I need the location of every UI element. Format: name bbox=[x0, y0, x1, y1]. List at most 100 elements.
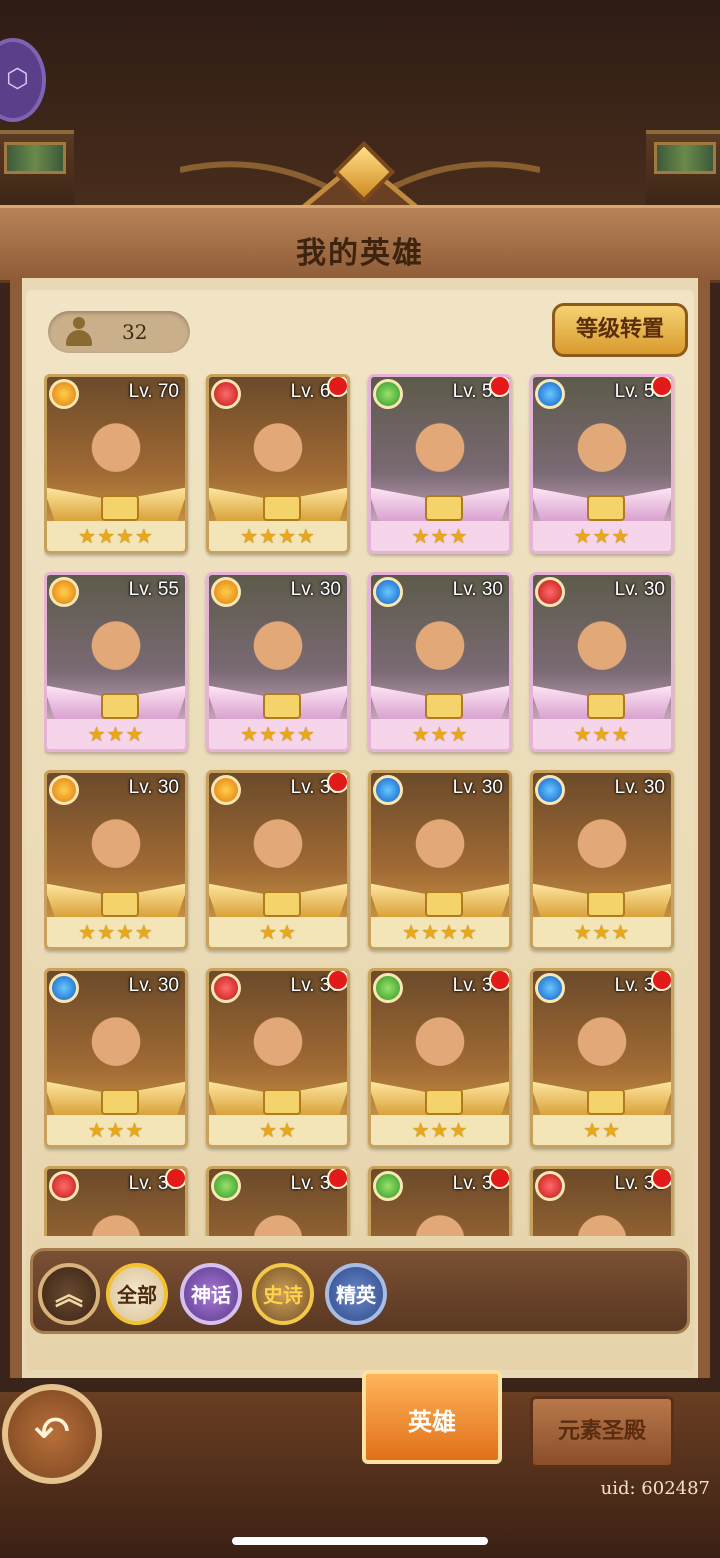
uid-label: uid: 602487 bbox=[600, 1478, 710, 1499]
hero-card[interactable]: ★★★★ Lv. 30 bbox=[44, 770, 188, 950]
hero-portrait bbox=[217, 795, 339, 903]
filter-elite-button[interactable]: 精英 bbox=[325, 1263, 387, 1325]
hero-portrait bbox=[379, 399, 501, 507]
hero-portrait bbox=[55, 795, 177, 903]
hero-portrait bbox=[541, 993, 663, 1101]
red-element-icon bbox=[49, 1171, 79, 1201]
hero-card[interactable]: ★★★ Lv. 30 bbox=[44, 968, 188, 1148]
green-element-icon bbox=[211, 1171, 241, 1201]
rank-crest-icon bbox=[263, 1089, 301, 1115]
hero-level: Lv. 30 bbox=[452, 579, 503, 600]
hero-card[interactable]: ★★ Lv. 30 bbox=[206, 770, 350, 950]
notification-dot bbox=[651, 377, 671, 397]
hexagon-icon: ⬡ bbox=[6, 64, 29, 94]
chevrons-up-icon: ︽ bbox=[54, 1278, 83, 1311]
hero-stars: ★★★ bbox=[47, 719, 185, 749]
notification-dot bbox=[327, 971, 347, 991]
hero-stars: ★★★ bbox=[47, 1115, 185, 1145]
rank-crest-icon bbox=[587, 1089, 625, 1115]
hero-stars: ★★★★ bbox=[371, 917, 509, 947]
hero-card[interactable]: ★★★★ Lv. 30 bbox=[206, 572, 350, 752]
hero-portrait bbox=[541, 399, 663, 507]
notification-dot bbox=[327, 1169, 347, 1189]
hero-level: Lv. 30 bbox=[128, 777, 179, 798]
hero-card[interactable]: ★★★ Lv. 55 bbox=[44, 572, 188, 752]
green-element-icon bbox=[373, 379, 403, 409]
rank-crest-icon bbox=[101, 1089, 139, 1115]
rank-crest-icon bbox=[425, 1089, 463, 1115]
hero-portrait bbox=[379, 795, 501, 903]
hero-level: Lv. 70 bbox=[128, 381, 179, 402]
notification-dot bbox=[327, 773, 347, 793]
hero-level: Lv. 30 bbox=[452, 777, 503, 798]
hero-portrait bbox=[55, 993, 177, 1101]
hero-stars: ★★★★ bbox=[209, 521, 347, 551]
rank-crest-icon bbox=[425, 891, 463, 917]
rank-crest-icon bbox=[101, 891, 139, 917]
green-element-icon bbox=[373, 1171, 403, 1201]
back-arrow-icon: ↶ bbox=[33, 1407, 71, 1458]
hero-card[interactable]: ★★★★ Lv. 30 bbox=[368, 770, 512, 950]
notification-dot bbox=[327, 377, 347, 397]
rank-crest-icon bbox=[263, 693, 301, 719]
hero-count-badge: 32 bbox=[48, 311, 190, 353]
level-reset-button[interactable]: 等级转置 bbox=[552, 303, 688, 357]
tab-element-temple[interactable]: 元素圣殿 bbox=[530, 1396, 674, 1468]
hero-card[interactable]: Lv. 30 bbox=[206, 1166, 350, 1236]
hero-portrait bbox=[55, 597, 177, 705]
hero-level: Lv. 30 bbox=[128, 975, 179, 996]
rank-crest-icon bbox=[101, 495, 139, 521]
person-icon bbox=[64, 317, 94, 347]
fire-element-icon bbox=[211, 577, 241, 607]
filter-myth-button[interactable]: 神话 bbox=[180, 1263, 242, 1325]
notification-dot bbox=[489, 1169, 509, 1189]
hero-card[interactable]: ★★★ Lv. 30 bbox=[530, 572, 674, 752]
hero-card[interactable]: ★★★ Lv. 30 bbox=[368, 572, 512, 752]
rank-crest-icon bbox=[587, 693, 625, 719]
hero-stars: ★★★★ bbox=[47, 917, 185, 947]
hero-stars: ★★★ bbox=[533, 917, 671, 947]
hero-stars: ★★★★ bbox=[47, 521, 185, 551]
notification-dot bbox=[651, 1169, 671, 1189]
blue-element-icon bbox=[535, 973, 565, 1003]
hero-card[interactable]: Lv. 30 bbox=[530, 1166, 674, 1236]
hero-card[interactable]: ★★★ Lv. 30 bbox=[530, 770, 674, 950]
hero-stars: ★★★ bbox=[533, 521, 671, 551]
hero-card[interactable]: ★★★ Lv. 55 bbox=[368, 374, 512, 554]
collapse-filter-button[interactable]: ︽ bbox=[38, 1263, 100, 1325]
hero-card[interactable]: Lv. 30 bbox=[44, 1166, 188, 1236]
notification-dot bbox=[489, 971, 509, 991]
hero-card[interactable]: ★★★★ Lv. 60 bbox=[206, 374, 350, 554]
rank-crest-icon bbox=[101, 693, 139, 719]
hero-card[interactable]: Lv. 30 bbox=[368, 1166, 512, 1236]
notification-dot bbox=[651, 971, 671, 991]
back-button[interactable]: ↶ bbox=[2, 1384, 102, 1484]
hero-stars: ★★★ bbox=[533, 719, 671, 749]
hero-portrait bbox=[55, 399, 177, 507]
hero-portrait bbox=[379, 993, 501, 1101]
hero-grid: ★★★★ Lv. 70 ★★★★ Lv. 60 ★★★ Lv. 55 ★★★ Lv. 55 ★★… bbox=[44, 374, 676, 1236]
filter-epic-button[interactable]: 史诗 bbox=[252, 1263, 314, 1325]
filter-all-button[interactable]: 全部 bbox=[106, 1263, 168, 1325]
rank-crest-icon bbox=[425, 495, 463, 521]
hero-card[interactable]: ★★★ Lv. 55 bbox=[530, 374, 674, 554]
hero-card[interactable]: ★★★★ Lv. 70 bbox=[44, 374, 188, 554]
rank-crest-icon bbox=[587, 495, 625, 521]
hero-stars: ★★★ bbox=[371, 719, 509, 749]
hero-level: Lv. 30 bbox=[614, 579, 665, 600]
hero-card[interactable]: ★★ Lv. 30 bbox=[206, 968, 350, 1148]
left-pillar bbox=[0, 130, 74, 214]
hero-level: Lv. 30 bbox=[290, 579, 341, 600]
hero-card[interactable]: ★★★ Lv. 30 bbox=[368, 968, 512, 1148]
blue-element-icon bbox=[535, 775, 565, 805]
tab-heroes[interactable]: 英雄 bbox=[362, 1370, 502, 1464]
blue-element-icon bbox=[535, 379, 565, 409]
hero-portrait bbox=[541, 795, 663, 903]
red-element-icon bbox=[535, 577, 565, 607]
green-element-icon bbox=[373, 973, 403, 1003]
fire-element-icon bbox=[49, 379, 79, 409]
fire-element-icon bbox=[49, 775, 79, 805]
hero-card[interactable]: ★★ Lv. 30 bbox=[530, 968, 674, 1148]
hero-portrait bbox=[379, 597, 501, 705]
red-element-icon bbox=[211, 379, 241, 409]
